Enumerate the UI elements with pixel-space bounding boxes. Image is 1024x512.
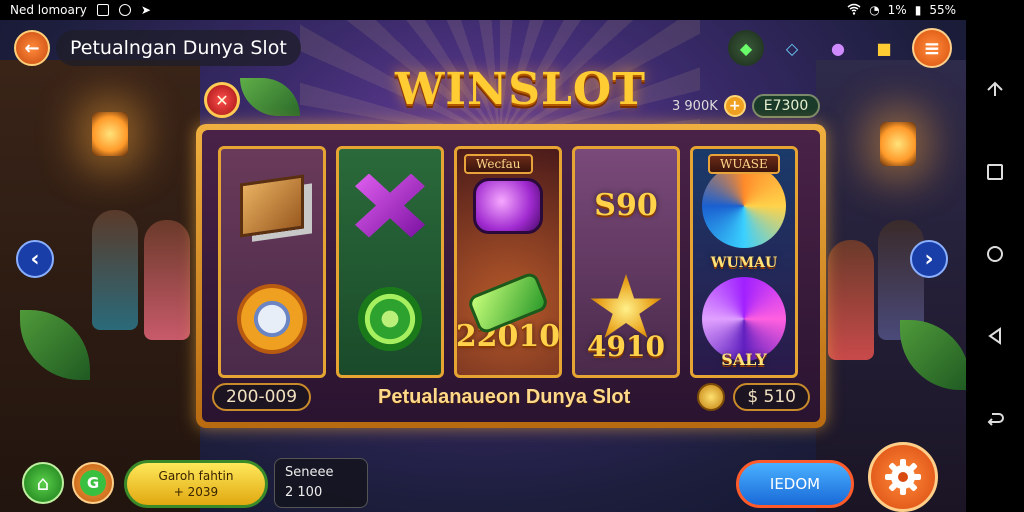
wifi-icon: [847, 3, 861, 18]
bet-display: 200-009: [212, 383, 312, 411]
balance-label: E7300: [751, 94, 821, 118]
balance-box: 3 900K + E7300: [672, 92, 821, 120]
reel-5: WUMAU SALY: [690, 146, 798, 378]
machine-title: Petualanaueon Dunya Slot: [378, 385, 631, 408]
green-gem-icon[interactable]: ◆: [728, 30, 764, 66]
reel-1: [218, 146, 326, 378]
bonus-button[interactable]: Garoh fahtin + 2039: [124, 460, 268, 508]
green-coin-symbol: [339, 262, 441, 375]
battery-text: 55%: [929, 3, 956, 17]
S90-symbol: S90: [575, 149, 677, 262]
blue-gem-icon[interactable]: ◇: [774, 30, 810, 66]
blue-action-button[interactable]: IEDOM: [736, 460, 854, 508]
game-scene: ← Petualngan Dunya Slot ◆ ◇ ● ■ ≡ ✕ WINS…: [0, 20, 966, 512]
navigation-icon: ➤: [140, 3, 151, 17]
back-button[interactable]: [984, 325, 1006, 351]
bonus-button-line1: Garoh fahtin: [158, 469, 234, 483]
stat-value: 2 100: [285, 485, 323, 500]
reel-4-value: 4910: [587, 330, 665, 363]
recent-apps-button[interactable]: [984, 161, 1006, 187]
camera-icon: [118, 4, 131, 16]
next-arrow-button[interactable]: ›: [910, 240, 948, 278]
alarm-icon: ◔: [869, 3, 880, 17]
game-logo: WINSLOT: [395, 64, 646, 115]
left-lantern: [92, 112, 128, 156]
menu-icon[interactable]: ≡: [912, 28, 952, 68]
page-title: Petualngan Dunya Slot: [56, 30, 301, 66]
spin-gear-button[interactable]: [868, 442, 938, 512]
reel-3: 22010: [454, 146, 562, 378]
gem-flower-symbol: [221, 262, 323, 375]
top-right-toolbar: ◆ ◇ ● ■ ≡: [728, 28, 952, 68]
undo-icon[interactable]: [984, 408, 1006, 434]
reel-5-label: WUASE: [708, 154, 780, 174]
right-lantern: [880, 122, 916, 166]
g-coin-button[interactable]: G: [72, 462, 114, 504]
reel-4-top-text: S90: [594, 188, 658, 223]
gear-icon: [885, 459, 921, 495]
green-bar-symbol: 22010: [457, 262, 559, 375]
npc-woman-left: [144, 220, 190, 340]
bonus-button-line2: + 2039: [173, 485, 219, 499]
reel-2: [336, 146, 444, 378]
prev-arrow-button[interactable]: ‹: [16, 240, 54, 278]
reel-5-middle-text: WUMAU: [710, 255, 778, 271]
home-icon[interactable]: ⌂: [22, 462, 64, 504]
add-coins-button[interactable]: +: [723, 95, 746, 117]
reel-5-value: SALY: [721, 350, 767, 369]
reel-3-label: Wecfau: [464, 154, 533, 174]
purple-orb-icon[interactable]: ●: [820, 30, 856, 66]
stat-panel: Seneee 2 100: [274, 458, 368, 508]
status-bar: Ned lomoary ➤ ◔ 1% ▮ 55%: [0, 0, 966, 20]
home-button[interactable]: [984, 243, 1006, 269]
frame-bottom-bar: 200-009 Petualanaueon Dunya Slot $ 510: [212, 380, 810, 414]
status-left-text: Ned lomoary: [10, 3, 87, 17]
coin-icon: [697, 383, 726, 411]
image-icon: [96, 4, 109, 16]
g-icon: G: [80, 470, 106, 496]
reel-4: S90 4910: [572, 146, 680, 378]
win-display: $ 510: [733, 383, 810, 411]
gold-cube-icon[interactable]: ■: [866, 30, 902, 66]
slot-machine-inner: 22010 Wecfau S90 4910 WUMAU SALY WUASE 2…: [202, 130, 820, 422]
status-right-text-1: 1%: [887, 3, 907, 17]
back-arrow-icon[interactable]: ←: [14, 30, 50, 66]
slot-machine-frame: 22010 Wecfau S90 4910 WUMAU SALY WUASE 2…: [196, 124, 826, 428]
signal-icon: ▮: [914, 3, 922, 17]
gold-star-symbol: 4910: [575, 262, 677, 375]
close-badge-icon[interactable]: ✕: [204, 82, 240, 118]
purple-cross-symbol: [339, 149, 441, 262]
wood-crate-symbol: [221, 149, 323, 262]
small-amount: 3 900K: [672, 98, 718, 114]
system-nav-bar: [966, 0, 1024, 512]
npc-man-left: [92, 210, 138, 330]
leaf-decoration: [240, 78, 300, 116]
npc-woman-right: [828, 240, 874, 360]
stat-label: Seneee: [285, 465, 334, 480]
rotate-icon[interactable]: [984, 78, 1006, 104]
